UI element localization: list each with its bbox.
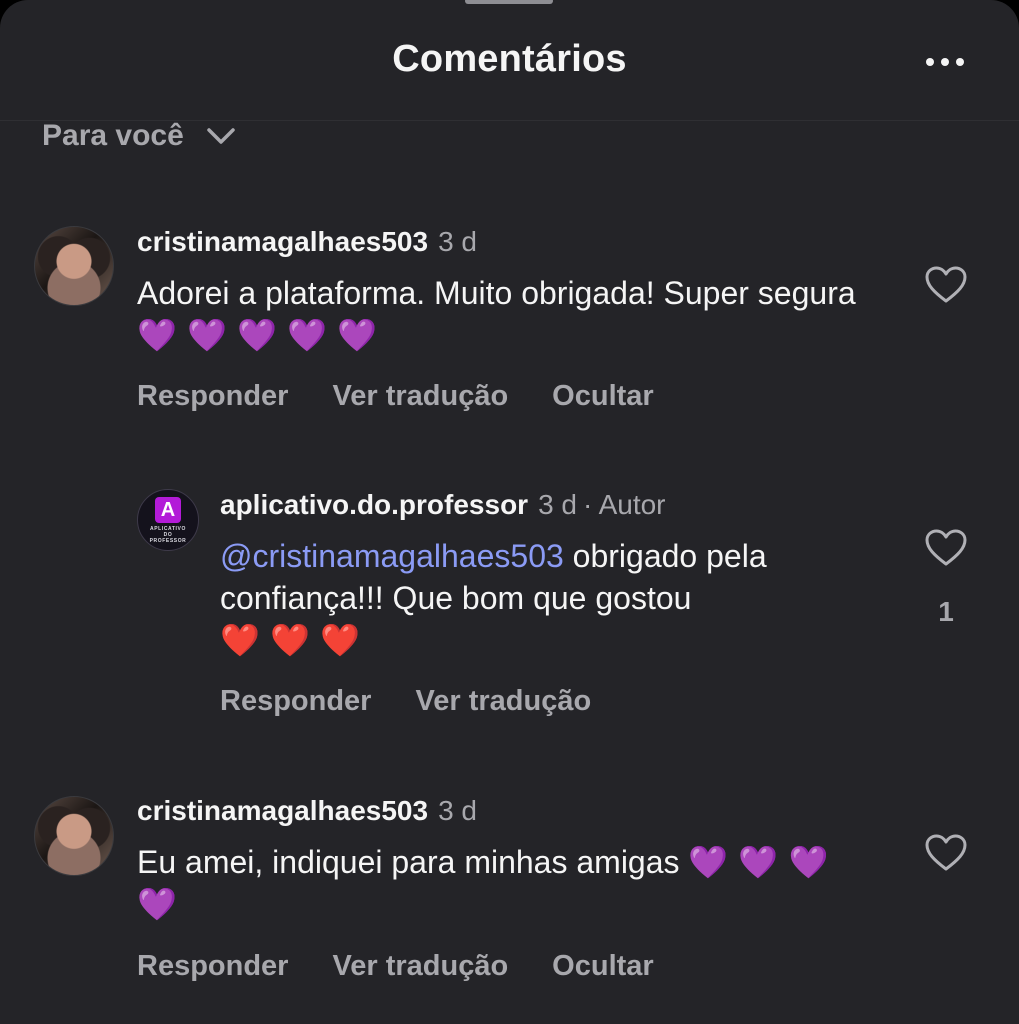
- brand-logo-caption: APLICATIVO DO PROFESSOR: [149, 525, 187, 544]
- like-button[interactable]: [922, 526, 970, 570]
- author-badge: · Autor: [583, 489, 666, 520]
- comment-text: Adorei a plataforma. Muito obrigada! Sup…: [137, 272, 867, 356]
- comment-text: Eu amei, indiquei para minhas amigas 💜 💜…: [137, 841, 837, 925]
- sort-label: Para você: [42, 119, 184, 152]
- see-translation-button[interactable]: Ver tradução: [332, 950, 508, 983]
- comment-body: Adorei a plataforma. Muito obrigada! Sup…: [137, 275, 856, 311]
- like-button[interactable]: [922, 831, 970, 875]
- brand-logo-letter: A: [155, 496, 181, 523]
- comment-time: 3 d: [438, 795, 477, 826]
- comment-actions: Responder Ver tradução Ocultar: [137, 950, 654, 983]
- drag-handle[interactable]: [465, 0, 553, 4]
- comment-time: 3 d: [438, 226, 477, 257]
- reply-button[interactable]: Responder: [137, 380, 288, 413]
- heart-outline-icon: [925, 834, 967, 871]
- purple-heart-emojis: 💜 💜 💜 💜 💜: [137, 316, 377, 354]
- see-translation-button[interactable]: Ver tradução: [415, 685, 591, 718]
- see-translation-button[interactable]: Ver tradução: [332, 380, 508, 413]
- comment-actions: Responder Ver tradução: [220, 685, 591, 718]
- more-options-button[interactable]: [918, 44, 972, 80]
- hide-button[interactable]: Ocultar: [552, 380, 654, 413]
- avatar[interactable]: A APLICATIVO DO PROFESSOR: [137, 489, 199, 551]
- red-heart-emojis: ❤️ ❤️ ❤️: [220, 621, 360, 659]
- sort-dropdown[interactable]: Para você: [42, 114, 236, 158]
- comment-actions: Responder Ver tradução Ocultar: [137, 380, 654, 413]
- comment-username[interactable]: aplicativo.do.professor: [220, 489, 528, 521]
- more-dot: [956, 58, 964, 66]
- avatar[interactable]: [34, 796, 114, 876]
- more-horizontal-icon: [926, 58, 934, 66]
- avatar[interactable]: [34, 226, 114, 306]
- chevron-down-icon: [207, 128, 235, 144]
- comment-username[interactable]: cristinamagalhaes503: [137, 795, 428, 827]
- hide-button[interactable]: Ocultar: [552, 950, 654, 983]
- heart-outline-icon: [925, 266, 967, 303]
- more-dot: [941, 58, 949, 66]
- like-button[interactable]: [922, 263, 970, 307]
- comment-time: 3 d: [538, 489, 578, 520]
- reply-button[interactable]: Responder: [220, 685, 371, 718]
- mention-link[interactable]: @cristinamagalhaes503: [220, 538, 564, 574]
- heart-outline-icon: [925, 529, 967, 566]
- comment-body: Eu amei, indiquei para minhas amigas: [137, 844, 680, 880]
- reply-button[interactable]: Responder: [137, 950, 288, 983]
- page-title: Comentários: [392, 38, 627, 80]
- comment-username[interactable]: cristinamagalhaes503: [137, 226, 428, 258]
- like-count: 1: [938, 596, 954, 627]
- comment-text: @cristinamagalhaes503 obrigado pela conf…: [220, 535, 880, 661]
- comments-sheet: Comentários Para você cristinamagalhaes5…: [0, 0, 1019, 1024]
